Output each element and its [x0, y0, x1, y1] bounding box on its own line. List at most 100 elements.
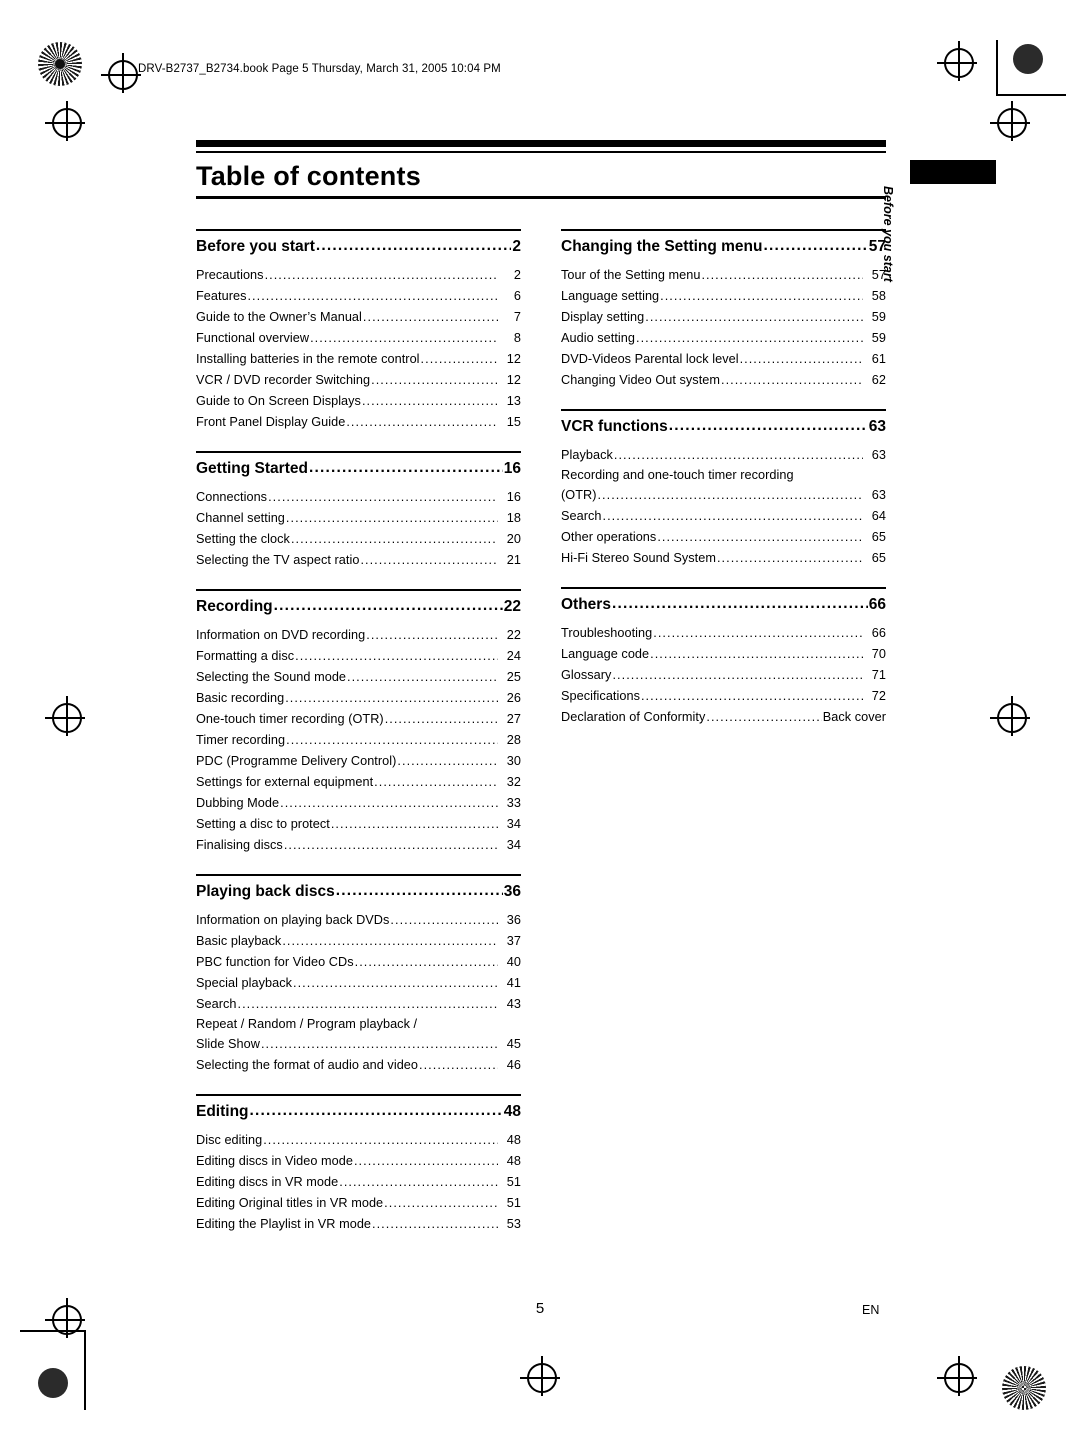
toc-entry[interactable]: Features................................…: [196, 286, 521, 307]
section-title: Others: [561, 595, 611, 613]
entry-page-number: 40: [506, 954, 521, 969]
toc-entry[interactable]: PBC function for Video CDs..............…: [196, 952, 521, 973]
toc-entry[interactable]: Front Panel Display Guide...............…: [196, 412, 521, 433]
toc-entry[interactable]: Troubleshooting.........................…: [561, 623, 886, 644]
toc-entry[interactable]: Selecting the TV aspect ratio...........…: [196, 550, 521, 571]
toc-entry[interactable]: Other operations........................…: [561, 527, 886, 548]
toc-entry[interactable]: VCR / DVD recorder Switching............…: [196, 370, 521, 391]
toc-section-heading[interactable]: VCR functions...........................…: [561, 417, 886, 436]
toc-section-heading[interactable]: Playing back discs......................…: [196, 881, 521, 901]
leader-dots: ........................................…: [716, 550, 863, 565]
section-title: Getting Started: [196, 459, 308, 477]
entry-page-number: 66: [871, 625, 886, 640]
toc-entry[interactable]: Search..................................…: [196, 994, 521, 1015]
toc-entry[interactable]: Slide Show..............................…: [196, 1034, 521, 1055]
section-page-number: 36: [503, 882, 521, 900]
entry-page-number: 18: [506, 510, 521, 525]
toc-entry[interactable]: Special playback........................…: [196, 973, 521, 994]
entry-page-number: 70: [871, 646, 886, 661]
section-page-number: 57: [868, 237, 886, 255]
toc-entry[interactable]: Information on playing back DVDs........…: [196, 910, 521, 931]
entry-title: Channel setting: [196, 510, 285, 525]
entry-page-number: 34: [506, 816, 521, 831]
entry-title: Functional overview: [196, 330, 310, 345]
entry-title: Editing discs in Video mode: [196, 1153, 353, 1168]
toc-section: VCR functions...........................…: [561, 408, 886, 569]
entry-page-number: 71: [871, 667, 886, 682]
entry-page-number: 59: [871, 309, 886, 324]
toc-entry[interactable]: Editing discs in Video mode.............…: [196, 1151, 521, 1172]
toc-entry[interactable]: Dubbing Mode............................…: [196, 793, 521, 814]
toc-entry[interactable]: Basic playback..........................…: [196, 931, 521, 952]
toc-entry[interactable]: Setting a disc to protect...............…: [196, 814, 521, 835]
toc-entry[interactable]: Recording and one-touch timer recording: [561, 466, 886, 485]
toc-entry[interactable]: Formatting a disc.......................…: [196, 646, 521, 667]
toc-entry[interactable]: (OTR)...................................…: [561, 485, 886, 506]
toc-entry[interactable]: Editing the Playlist in VR mode.........…: [196, 1214, 521, 1235]
toc-entry[interactable]: Guide to the Owner’s Manual.............…: [196, 307, 521, 328]
toc-entry[interactable]: Finalising discs........................…: [196, 835, 521, 856]
toc-entry[interactable]: Editing discs in VR mode................…: [196, 1172, 521, 1193]
toc-entry[interactable]: PDC (Programme Delivery Control)........…: [196, 751, 521, 772]
entry-title: Specifications: [561, 688, 640, 703]
leader-dots: ........................................…: [602, 508, 864, 523]
leader-dots: ........................................…: [285, 510, 498, 525]
toc-entry[interactable]: Selecting the Sound mode................…: [196, 667, 521, 688]
toc-entry[interactable]: Basic recording.........................…: [196, 688, 521, 709]
leader-dots: ........................................…: [353, 1153, 498, 1168]
entry-title: Formatting a disc: [196, 648, 295, 663]
toc-entry[interactable]: Tour of the Setting menu................…: [561, 265, 886, 286]
entry-title: Editing discs in VR mode: [196, 1174, 339, 1189]
entry-page-number: 16: [506, 489, 521, 504]
leader-dots: ........................................…: [308, 458, 503, 476]
toc-entry[interactable]: Guide to On Screen Displays.............…: [196, 391, 521, 412]
toc-entry[interactable]: Language code...........................…: [561, 644, 886, 665]
toc-entry[interactable]: Installing batteries in the remote contr…: [196, 349, 521, 370]
entry-title: Display setting: [561, 309, 645, 324]
toc-entry[interactable]: Language setting........................…: [561, 286, 886, 307]
toc-entry[interactable]: Hi-Fi Stereo Sound System...............…: [561, 548, 886, 569]
toc-entry[interactable]: Display setting.........................…: [561, 307, 886, 328]
toc-section-heading[interactable]: Before you start........................…: [196, 237, 521, 256]
toc-entry[interactable]: Specifications..........................…: [561, 686, 886, 707]
leader-dots: ........................................…: [361, 393, 498, 408]
toc-section-heading[interactable]: Recording...............................…: [196, 597, 521, 616]
section-page-number: 66: [868, 595, 886, 613]
toc-entry[interactable]: Connections.............................…: [196, 487, 521, 508]
section-rule: [196, 1093, 521, 1096]
entry-page-number: 63: [871, 487, 886, 502]
entry-title: Setting a disc to protect: [196, 816, 330, 831]
section-title: Changing the Setting menu: [561, 237, 763, 255]
toc-section-heading[interactable]: Changing the Setting menu...............…: [561, 237, 886, 256]
toc-entry[interactable]: Playback................................…: [561, 445, 886, 466]
toc-entry[interactable]: Information on DVD recording............…: [196, 625, 521, 646]
toc-column-right: Changing the Setting menu...............…: [561, 228, 886, 1253]
toc-entry[interactable]: DVD-Videos Parental lock level..........…: [561, 349, 886, 370]
toc-entry[interactable]: Functional overview.....................…: [196, 328, 521, 349]
toc-section-heading[interactable]: Editing.................................…: [196, 1102, 521, 1121]
toc-entry[interactable]: Audio setting...........................…: [561, 328, 886, 349]
leader-dots: ........................................…: [335, 881, 503, 899]
toc-entry[interactable]: Settings for external equipment.........…: [196, 772, 521, 793]
toc-entry[interactable]: One-touch timer recording (OTR).........…: [196, 709, 521, 730]
toc-section-heading[interactable]: Others..................................…: [561, 595, 886, 614]
toc-entry[interactable]: Editing Original titles in VR mode......…: [196, 1193, 521, 1214]
toc-entry[interactable]: Disc editing............................…: [196, 1130, 521, 1151]
toc-entry[interactable]: Selecting the format of audio and video.…: [196, 1055, 521, 1076]
toc-entry[interactable]: Declaration of Conformity...............…: [561, 707, 886, 728]
toc-entry[interactable]: Changing Video Out system...............…: [561, 370, 886, 391]
toc-entry[interactable]: Glossary................................…: [561, 665, 886, 686]
toc-entry[interactable]: Channel setting.........................…: [196, 508, 521, 529]
entry-page-number: 22: [506, 627, 521, 642]
toc-entry[interactable]: Timer recording ........................…: [196, 730, 521, 751]
registration-mark-top-right: [937, 41, 977, 81]
toc-entry[interactable]: Repeat / Random / Program playback /: [196, 1015, 521, 1034]
page-content: Table of contents Before you start......…: [196, 140, 886, 1253]
toc-entry[interactable]: Search..................................…: [561, 506, 886, 527]
toc-entry[interactable]: Precautions.............................…: [196, 265, 521, 286]
entry-title: Special playback: [196, 975, 293, 990]
toc-entry[interactable]: Setting the clock.......................…: [196, 529, 521, 550]
leader-dots: ........................................…: [280, 795, 498, 810]
entry-title: Repeat / Random / Program playback /: [196, 1016, 418, 1031]
toc-section-heading[interactable]: Getting Started.........................…: [196, 458, 521, 478]
